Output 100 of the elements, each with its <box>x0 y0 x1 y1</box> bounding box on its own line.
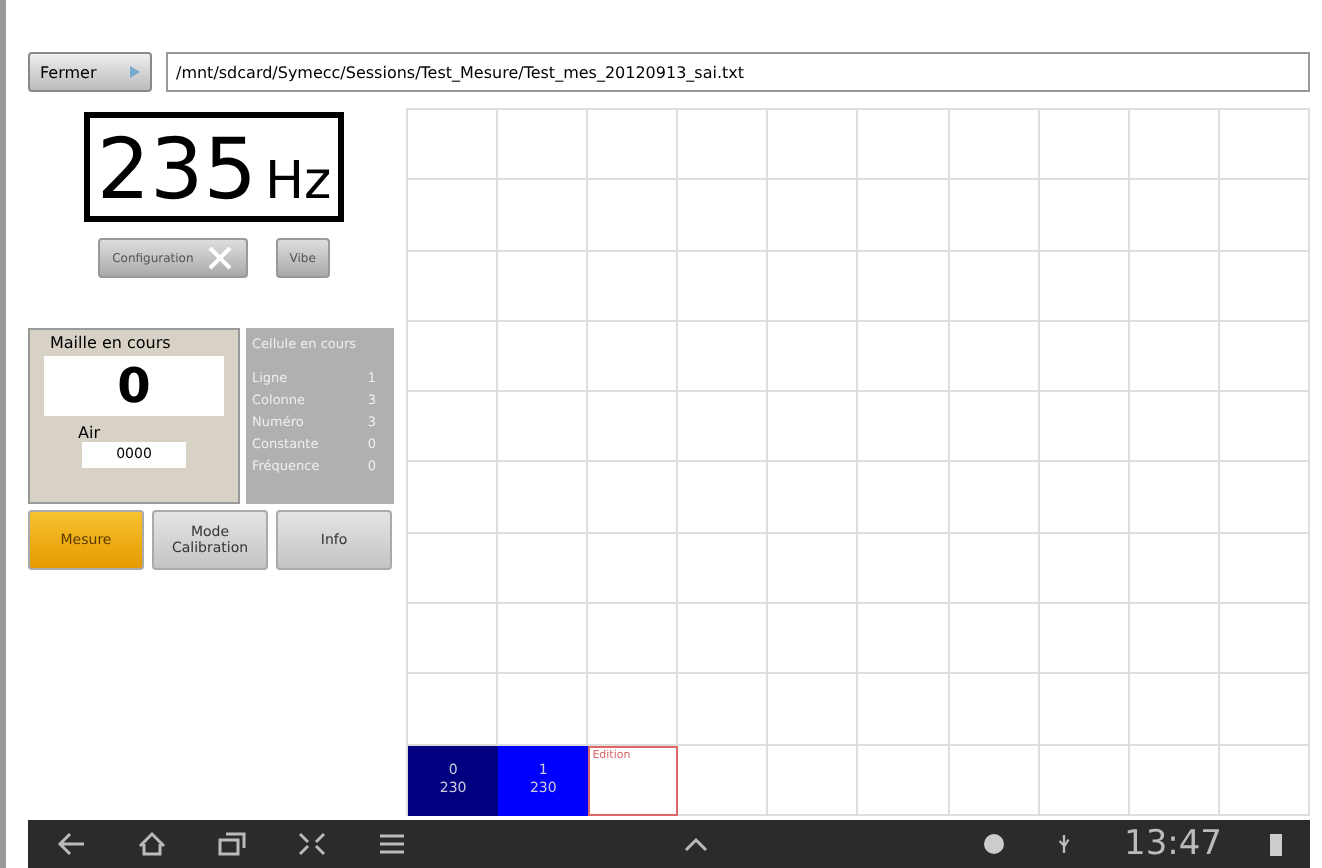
grid-cell[interactable] <box>678 674 769 746</box>
grid-cell[interactable] <box>1039 462 1130 534</box>
grid-cell[interactable] <box>498 533 589 605</box>
grid-cell[interactable] <box>858 745 950 816</box>
grid-cell[interactable] <box>768 462 859 534</box>
grid-cell[interactable] <box>1219 533 1310 605</box>
grid-cell[interactable] <box>1129 745 1220 816</box>
back-icon[interactable] <box>56 830 88 858</box>
grid-cell[interactable] <box>408 251 499 322</box>
grid-cell[interactable] <box>1129 321 1220 393</box>
grid-cell[interactable] <box>949 462 1040 534</box>
grid-cell[interactable] <box>949 321 1040 393</box>
grid-cell[interactable] <box>1039 392 1130 463</box>
grid-cell[interactable] <box>678 110 769 181</box>
grid-cell[interactable] <box>768 745 859 816</box>
grid-cell[interactable] <box>1219 604 1310 675</box>
grid-cell[interactable] <box>588 321 679 393</box>
expand-icon[interactable] <box>296 830 328 858</box>
grid-cell[interactable] <box>1039 180 1130 252</box>
close-button[interactable]: Fermer <box>28 52 152 92</box>
grid-cell[interactable] <box>1039 533 1130 605</box>
grid-cell[interactable] <box>858 110 950 181</box>
grid-cell[interactable] <box>949 251 1040 322</box>
grid-cell[interactable] <box>498 462 589 534</box>
grid-cell[interactable] <box>949 745 1040 816</box>
grid-cell[interactable] <box>1129 180 1220 252</box>
grid-cell[interactable] <box>1129 392 1220 463</box>
grid-cell[interactable] <box>498 251 589 322</box>
grid-cell[interactable] <box>1039 321 1130 393</box>
home-icon[interactable] <box>136 830 168 858</box>
grid-cell[interactable] <box>858 321 950 393</box>
grid-cell[interactable] <box>1129 604 1220 675</box>
grid-cell[interactable] <box>858 251 950 322</box>
grid-cell[interactable] <box>1039 674 1130 746</box>
grid-cell[interactable] <box>588 533 679 605</box>
grid-cell[interactable] <box>1129 533 1220 605</box>
grid-cell[interactable] <box>678 462 769 534</box>
grid-cell[interactable] <box>858 674 950 746</box>
grid-cell[interactable] <box>1219 745 1310 816</box>
grid-cell[interactable] <box>858 604 950 675</box>
grid-cell[interactable] <box>1039 745 1130 816</box>
grid-cell[interactable] <box>858 392 950 463</box>
file-path-field[interactable]: /mnt/sdcard/Symecc/Sessions/Test_Mesure/Test_mes_20120913_sai.txt <box>166 52 1310 92</box>
grid-cell[interactable] <box>1129 251 1220 322</box>
grid-cell[interactable] <box>678 745 769 816</box>
grid-cell[interactable] <box>408 392 499 463</box>
grid-cell[interactable] <box>768 604 859 675</box>
grid-cell[interactable] <box>498 604 589 675</box>
grid-cell[interactable] <box>1129 674 1220 746</box>
grid-cell[interactable] <box>498 392 589 463</box>
grid-cell[interactable] <box>1039 604 1130 675</box>
grid-cell[interactable] <box>588 674 679 746</box>
grid-cell[interactable] <box>949 604 1040 675</box>
grid-cell[interactable] <box>408 462 499 534</box>
grid-cell[interactable] <box>498 321 589 393</box>
grid-cell[interactable] <box>678 604 769 675</box>
menu-icon[interactable] <box>376 830 408 858</box>
grid-cell[interactable] <box>1219 110 1310 181</box>
grid-cell[interactable] <box>768 533 859 605</box>
grid-cell[interactable] <box>588 180 679 252</box>
grid-cell[interactable] <box>1039 110 1130 181</box>
grid-cell[interactable] <box>949 110 1040 181</box>
grid-cell[interactable] <box>408 180 499 252</box>
grid-cell[interactable] <box>588 604 679 675</box>
grid-cell[interactable] <box>768 251 859 322</box>
grid-cell[interactable] <box>678 321 769 393</box>
grid-cell[interactable] <box>678 251 769 322</box>
grid-cell[interactable] <box>858 533 950 605</box>
grid-cell[interactable] <box>949 180 1040 252</box>
grid-cell[interactable] <box>678 392 769 463</box>
grid-cell[interactable] <box>408 604 499 675</box>
grid-cell[interactable] <box>408 533 499 605</box>
grid-cell[interactable] <box>949 533 1040 605</box>
grid-cell[interactable] <box>768 180 859 252</box>
grid-cell[interactable] <box>1039 251 1130 322</box>
grid-cell[interactable] <box>678 180 769 252</box>
grid-cell[interactable] <box>768 674 859 746</box>
grid-cell[interactable] <box>949 674 1040 746</box>
recent-apps-icon[interactable] <box>216 830 248 858</box>
grid-cell[interactable] <box>949 392 1040 463</box>
grid-cell[interactable] <box>858 462 950 534</box>
grid-cell[interactable] <box>1129 462 1220 534</box>
grid-cell[interactable] <box>1219 674 1310 746</box>
grid-cell[interactable] <box>1219 392 1310 463</box>
grid-cell[interactable] <box>588 110 679 181</box>
grid-cell[interactable] <box>858 180 950 252</box>
grid-cell[interactable] <box>408 321 499 393</box>
grid-cell[interactable] <box>588 462 679 534</box>
grid-cell[interactable] <box>678 533 769 605</box>
grid-cell[interactable] <box>1129 110 1220 181</box>
grid-cell[interactable] <box>768 321 859 393</box>
grid-cell[interactable] <box>498 180 589 252</box>
grid-cell[interactable] <box>408 110 499 181</box>
grid-cell[interactable] <box>1219 462 1310 534</box>
grid-cell[interactable] <box>498 110 589 181</box>
grid-cell[interactable] <box>588 392 679 463</box>
grid-cell[interactable] <box>588 251 679 322</box>
grid-cell[interactable] <box>1219 251 1310 322</box>
grid-cell[interactable] <box>1219 321 1310 393</box>
grid-cell[interactable] <box>768 392 859 463</box>
